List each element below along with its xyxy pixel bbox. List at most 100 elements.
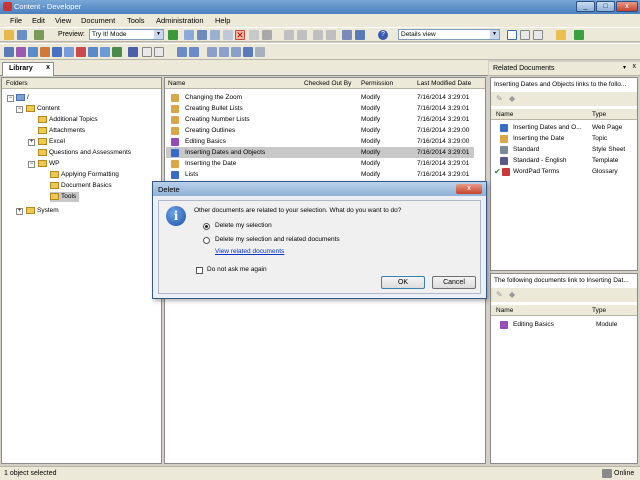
- menu-administration[interactable]: Administration: [156, 16, 204, 25]
- list-item[interactable]: Editing Basics Module: [492, 319, 637, 330]
- edit-icon[interactable]: ✎: [496, 94, 503, 103]
- new-role-icon[interactable]: [88, 47, 98, 57]
- tree-item-content[interactable]: Content: [26, 104, 60, 114]
- link-icon[interactable]: [219, 47, 229, 57]
- column-type[interactable]: Type: [592, 111, 606, 118]
- radio-delete-related[interactable]: [203, 237, 210, 244]
- close-window-button[interactable]: x: [616, 1, 638, 12]
- tree-item-system[interactable]: System: [26, 206, 59, 216]
- document-icon[interactable]: [210, 30, 220, 40]
- cut-icon[interactable]: [34, 30, 44, 40]
- column-name[interactable]: Name: [168, 80, 185, 87]
- delete-icon[interactable]: ✕: [235, 30, 245, 40]
- tree-item-root[interactable]: /: [16, 93, 29, 103]
- table-row[interactable]: Creating Number Lists Modify 7/16/2014 3:2…: [166, 114, 474, 125]
- column-checked-out-by[interactable]: Checked Out By: [304, 80, 351, 87]
- collapse-toggle[interactable]: −: [16, 106, 23, 113]
- table-row[interactable]: Creating Bullet Lists Modify 7/16/2014 3:2…: [166, 103, 474, 114]
- undo-icon[interactable]: [284, 30, 294, 40]
- open-icon[interactable]: [4, 30, 14, 40]
- list-item[interactable]: Inserting Dates and O... Web Page: [492, 122, 637, 133]
- new-module-icon[interactable]: [16, 47, 26, 57]
- list-item[interactable]: ✔ WordPad Terms Glossary: [492, 166, 637, 177]
- menu-document[interactable]: Document: [81, 16, 115, 25]
- tree-item-wp[interactable]: WP: [38, 159, 59, 169]
- cancel-button[interactable]: Cancel: [432, 276, 476, 289]
- collapse-toggle[interactable]: −: [28, 161, 35, 168]
- export-icon[interactable]: [112, 47, 122, 57]
- expand-toggle[interactable]: +: [16, 208, 23, 215]
- menu-help[interactable]: Help: [215, 16, 230, 25]
- list-item[interactable]: Standard Style Sheet: [492, 144, 637, 155]
- minimize-button[interactable]: _: [576, 1, 595, 12]
- split-view-icon[interactable]: [533, 30, 543, 40]
- details-view-icon[interactable]: [507, 30, 517, 40]
- tab-library[interactable]: Library x: [2, 62, 54, 76]
- tree-item-excel[interactable]: Excel: [38, 137, 65, 147]
- pin-icon[interactable]: ▾: [623, 64, 626, 71]
- new-document-icon[interactable]: [4, 47, 14, 57]
- column-type[interactable]: Type: [592, 307, 606, 314]
- column-permission[interactable]: Permission: [361, 80, 393, 87]
- dialog-close-button[interactable]: x: [456, 184, 482, 194]
- layout-icon[interactable]: [154, 47, 164, 57]
- print-icon[interactable]: [262, 30, 272, 40]
- do-not-ask-checkbox[interactable]: [196, 267, 203, 274]
- help-icon[interactable]: ?: [378, 30, 388, 40]
- italic-icon[interactable]: [326, 30, 336, 40]
- table-row-selected[interactable]: Inserting Dates and Objects Modify 7/16/20…: [166, 147, 474, 158]
- tree-item-document-basics[interactable]: Document Basics: [50, 181, 112, 191]
- check-out-icon[interactable]: [189, 47, 199, 57]
- tree-item-applying-formatting[interactable]: Applying Formatting: [50, 170, 119, 180]
- column-last-modified[interactable]: Last Modified Date: [417, 80, 471, 87]
- options-icon[interactable]: [142, 47, 152, 57]
- list-view-icon[interactable]: [520, 30, 530, 40]
- compare-icon[interactable]: [255, 47, 265, 57]
- tree-item-attachments[interactable]: Attachments: [38, 126, 85, 136]
- ok-button[interactable]: OK: [381, 276, 425, 289]
- new-topic-icon[interactable]: [40, 47, 50, 57]
- table-row[interactable]: Inserting the Date Modify 7/16/2014 3:29:0…: [166, 158, 474, 169]
- collapse-toggle[interactable]: −: [7, 95, 14, 102]
- tree-item-additional-topics[interactable]: Additional Topics: [38, 115, 98, 125]
- view-related-documents-link[interactable]: View related documents: [215, 248, 284, 255]
- paste-icon[interactable]: [197, 30, 207, 40]
- menu-tools[interactable]: Tools: [127, 16, 145, 25]
- filter-icon[interactable]: [355, 30, 365, 40]
- import-icon[interactable]: [100, 47, 110, 57]
- do-not-ask-label[interactable]: Do not ask me again: [207, 266, 267, 273]
- check-in-icon[interactable]: [177, 47, 187, 57]
- column-name[interactable]: Name: [496, 111, 513, 118]
- save-icon[interactable]: [17, 30, 27, 40]
- option-delete-related-label[interactable]: Delete my selection and related document…: [215, 236, 340, 243]
- tree-item-tools[interactable]: Tools: [50, 192, 80, 202]
- list-item[interactable]: Inserting the Date Topic: [492, 133, 637, 144]
- preview-mode-select[interactable]: Try It! Mode ▼: [89, 29, 164, 40]
- new-web-page-icon[interactable]: [52, 47, 62, 57]
- menu-edit[interactable]: Edit: [32, 16, 45, 25]
- copy-icon[interactable]: [184, 30, 194, 40]
- checkout-icon[interactable]: [223, 30, 233, 40]
- tree-item-questions[interactable]: Questions and Assessments: [38, 148, 131, 158]
- state-icon[interactable]: [231, 47, 241, 57]
- list-item[interactable]: Standard - English Template: [492, 155, 637, 166]
- view-icon[interactable]: ◆: [509, 94, 515, 103]
- menu-file[interactable]: File: [10, 16, 22, 25]
- new-glossary-icon[interactable]: [76, 47, 86, 57]
- folder-up-icon[interactable]: [556, 30, 566, 40]
- refresh-icon[interactable]: [574, 30, 584, 40]
- edit-icon[interactable]: ✎: [496, 290, 503, 299]
- play-icon[interactable]: [168, 30, 178, 40]
- radio-delete-selection[interactable]: [203, 223, 210, 230]
- publish-icon[interactable]: [128, 47, 138, 57]
- properties-icon[interactable]: [249, 30, 259, 40]
- maximize-button[interactable]: □: [596, 1, 615, 12]
- option-delete-selection-label[interactable]: Delete my selection: [215, 222, 272, 229]
- expand-toggle[interactable]: +: [28, 139, 35, 146]
- table-row[interactable]: Changing the Zoom Modify 7/16/2014 3:29:01: [166, 92, 474, 103]
- new-section-icon[interactable]: [28, 47, 38, 57]
- view-icon[interactable]: ◆: [509, 290, 515, 299]
- menu-view[interactable]: View: [55, 16, 71, 25]
- new-package-icon[interactable]: [64, 47, 74, 57]
- find-icon[interactable]: [342, 30, 352, 40]
